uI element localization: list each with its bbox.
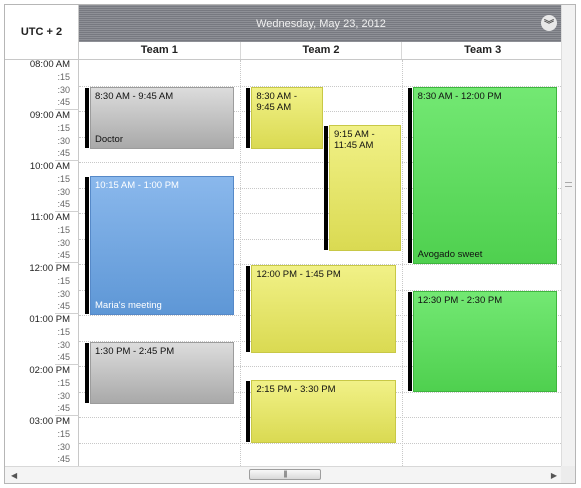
date-header: Wednesday, May 23, 2012 ︾ [79, 5, 563, 42]
calendar-event[interactable]: 8:30 AM - 12:00 PM Avogado sweet [407, 86, 557, 264]
time-label: :45 [57, 148, 70, 159]
time-label: :15 [57, 377, 70, 388]
event-status-bar [85, 87, 89, 149]
time-label: 11:00 AM [30, 212, 70, 223]
scroll-thumb[interactable]: ||| [249, 469, 321, 480]
time-label: :15 [57, 326, 70, 337]
column-divider [401, 60, 403, 468]
schedule-grid[interactable]: 8:30 AM - 9:45 AM Doctor 10:15 AM - 1:00 P… [79, 60, 563, 468]
event-status-bar [407, 291, 412, 391]
time-label: 12:00 PM [29, 263, 70, 274]
event-status-bar [324, 125, 328, 251]
time-label: :45 [57, 352, 70, 363]
calendar-event[interactable]: 2:15 PM - 3:30 PM [246, 379, 396, 443]
column-divider [240, 60, 242, 468]
time-label: :30 [57, 135, 70, 146]
team-header: Team 1 [140, 44, 178, 56]
event-title: Maria's meeting [95, 300, 162, 311]
arrow-left-icon[interactable]: ◀ [11, 471, 17, 480]
horizontal-scrollbar[interactable]: ◀ ||| ▶ [5, 466, 563, 483]
grid-line [79, 442, 563, 444]
event-time: 2:15 PM - 3:30 PM [256, 383, 336, 395]
time-label: :30 [57, 288, 70, 299]
time-label: :30 [57, 441, 70, 452]
scrollbar-corner [561, 466, 575, 483]
team-header: Team 2 [239, 42, 402, 59]
calendar-event[interactable]: 10:15 AM - 1:00 PM Maria's meeting [85, 175, 235, 315]
event-time: 12:00 PM - 1:45 PM [256, 269, 341, 280]
event-time: 8:30 AM - 12:00 PM [417, 90, 502, 102]
event-status-bar [246, 266, 251, 353]
event-title: Avogado sweet [417, 249, 483, 260]
hour-divider [55, 211, 79, 212]
time-label: :45 [57, 199, 70, 210]
time-label: 10:00 AM [29, 161, 70, 172]
time-label: :45 [57, 301, 70, 312]
event-time: 1:30 PM - 2:45 PM [95, 345, 175, 357]
time-label: 03:00 PM [29, 416, 70, 427]
time-label: :30 [57, 84, 70, 95]
hour-divider [55, 160, 79, 161]
calendar-event[interactable]: 8:30 AM - 9:45 AM Doctor [85, 86, 235, 150]
hour-divider [55, 109, 79, 110]
grip-icon[interactable] [565, 182, 572, 187]
calendar-event[interactable]: 9:15 AM - 11:45 AM [324, 124, 401, 252]
time-label: 01:00 PM [29, 314, 70, 325]
time-label: :45 [57, 403, 70, 414]
time-label: 02:00 PM [29, 365, 70, 376]
time-label: :15 [57, 428, 70, 439]
time-label: :30 [57, 186, 70, 197]
time-label: 08:00 AM [29, 59, 70, 70]
event-time: 8:30 AM - 9:45 AM [256, 90, 297, 113]
hour-divider [55, 262, 79, 263]
calendar-event[interactable]: 8:30 AM - 9:45 AM [246, 86, 323, 150]
time-label: :45 [57, 97, 70, 108]
event-status-bar [246, 87, 251, 149]
team-header: Team 3 [401, 42, 563, 59]
time-label: :15 [57, 224, 70, 235]
event-status-bar [407, 87, 412, 263]
time-label: :30 [57, 390, 70, 401]
calendar-event[interactable]: 1:30 PM - 2:45 PM [85, 341, 235, 405]
time-column: 08:00 AM:15:30:45 09:00 AM:15:30:45 10:00 … [5, 59, 79, 468]
vertical-scrollbar[interactable] [561, 5, 575, 468]
timezone-label: UTC + 2 [5, 5, 79, 60]
grip-icon: ||| [283, 471, 288, 478]
scheduler: UTC + 2 Wednesday, May 23, 2012 ︾ Team 1… [4, 4, 576, 484]
time-label: :45 [57, 250, 70, 261]
time-label: :30 [57, 339, 70, 350]
event-time: 12:30 PM - 2:30 PM [417, 294, 503, 306]
time-label: :30 [57, 237, 70, 248]
time-label: :15 [57, 275, 70, 286]
arrow-right-icon[interactable]: ▶ [551, 471, 557, 480]
hour-divider [55, 364, 79, 365]
event-status-bar [85, 176, 89, 314]
event-title: Doctor [95, 134, 123, 146]
hour-divider [55, 313, 79, 314]
event-status-bar [246, 380, 251, 442]
time-label: :15 [57, 71, 70, 82]
time-label: :15 [57, 173, 70, 184]
collapse-double-chevron-icon[interactable]: ︾ [541, 15, 557, 31]
event-time: 8:30 AM - 9:45 AM [95, 90, 174, 102]
team-header-row: Team 1 Team 2 Team 3 [79, 42, 563, 60]
event-time: 9:15 AM - 11:45 AM [334, 128, 375, 151]
event-time: 10:15 AM - 1:00 PM [95, 179, 179, 191]
event-status-bar [85, 342, 89, 404]
time-label: 09:00 AM [29, 110, 70, 121]
hour-divider [55, 415, 79, 416]
calendar-event[interactable]: 12:30 PM - 2:30 PM [407, 290, 557, 392]
time-label: :45 [57, 454, 70, 465]
date-title: Wednesday, May 23, 2012 [256, 17, 386, 30]
time-label: :15 [57, 122, 70, 133]
calendar-event[interactable]: 12:00 PM - 1:45 PM [246, 265, 396, 354]
